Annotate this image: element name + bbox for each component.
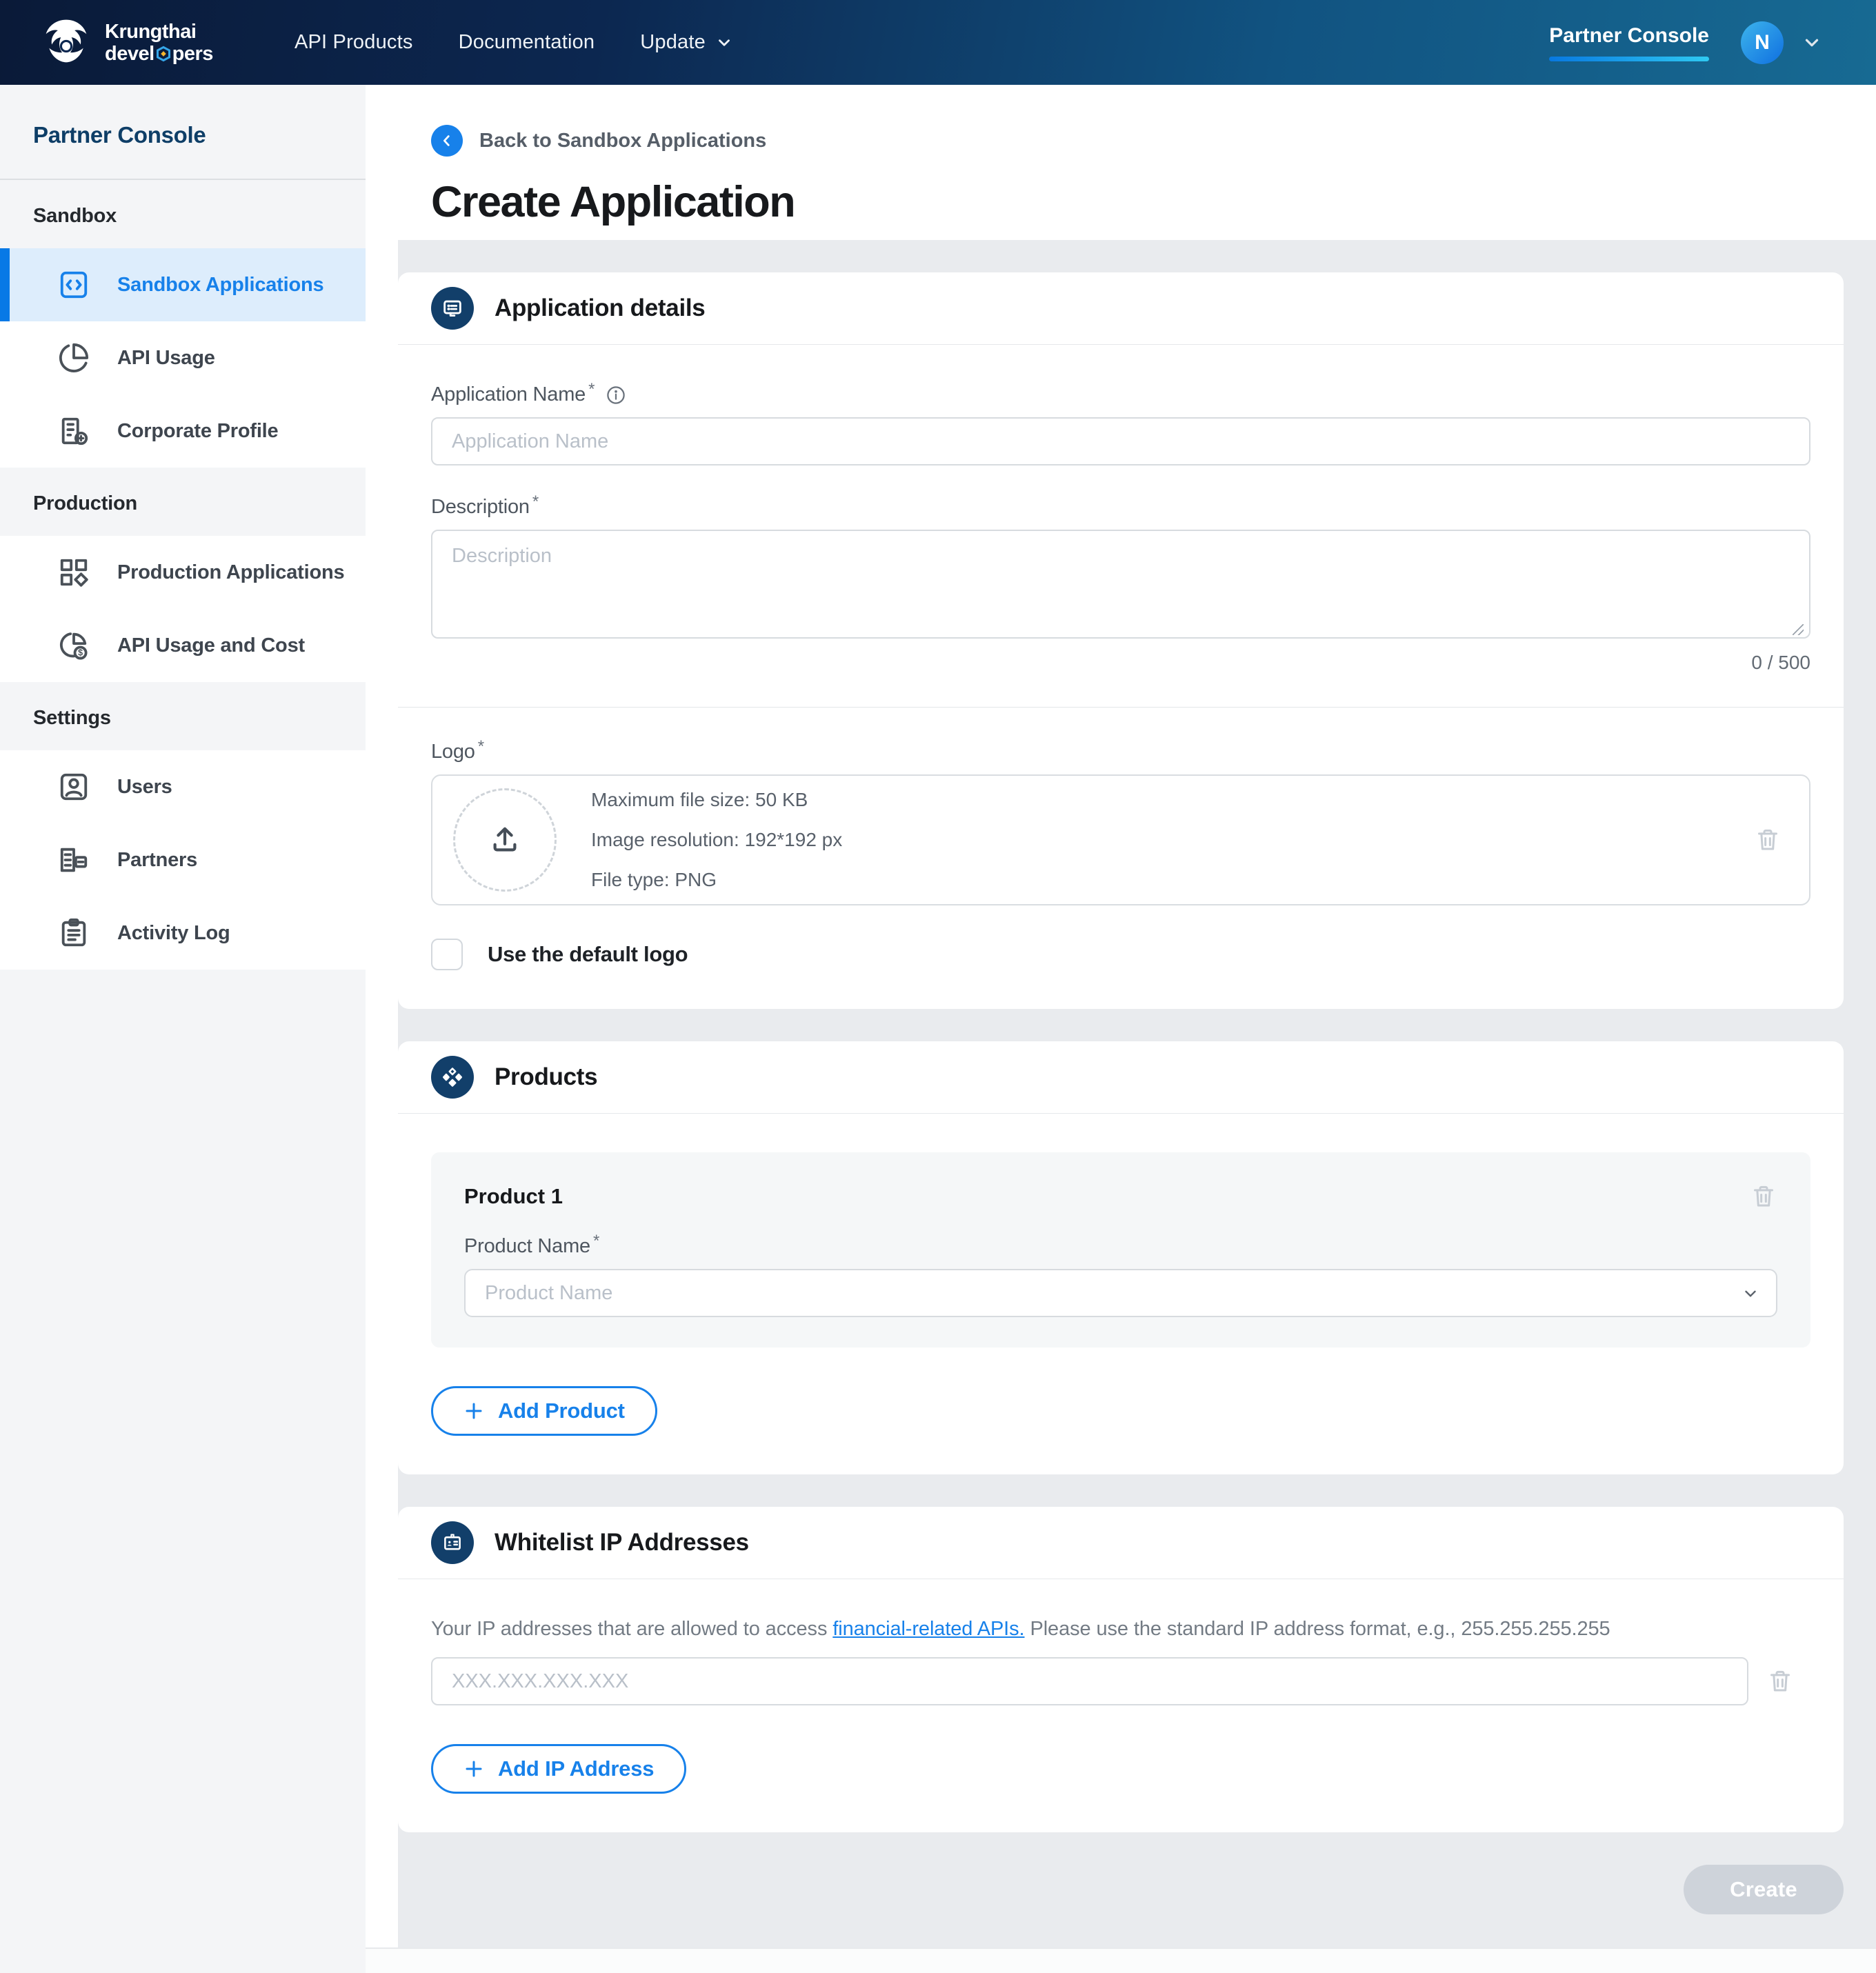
logo-upload-box: Maximum file size: 50 KB Image resolutio… bbox=[431, 774, 1810, 905]
product-1-title: Product 1 bbox=[464, 1184, 563, 1209]
whitelist-id-card-icon bbox=[431, 1521, 474, 1564]
user-avatar[interactable]: N bbox=[1741, 21, 1784, 64]
product-1-delete-button[interactable] bbox=[1750, 1183, 1777, 1210]
financial-related-apis-link[interactable]: financial-related APIs. bbox=[832, 1618, 1024, 1640]
sidebar-section-settings: Settings bbox=[0, 682, 366, 750]
description-char-counter: 0 / 500 bbox=[431, 652, 1810, 674]
products-card: Products Product 1 bbox=[398, 1041, 1844, 1474]
brand-text: Krungthai devel pers bbox=[105, 21, 213, 65]
trash-icon bbox=[1766, 1667, 1794, 1695]
plus-icon bbox=[463, 1401, 484, 1421]
plus-icon bbox=[463, 1759, 484, 1779]
nav-update[interactable]: Update bbox=[640, 31, 733, 54]
ip-delete-button[interactable] bbox=[1766, 1667, 1794, 1695]
sidebar-item-api-usage-and-cost[interactable]: $ API Usage and Cost bbox=[0, 609, 366, 682]
sidebar-section-sandbox: Sandbox bbox=[0, 180, 366, 248]
use-default-logo-label: Use the default logo bbox=[488, 942, 688, 967]
active-nav-underline bbox=[1549, 57, 1709, 61]
brand-line2-after: pers bbox=[172, 43, 213, 65]
pie-dollar-icon: $ bbox=[58, 630, 90, 661]
brand[interactable]: Krungthai devel pers bbox=[39, 15, 213, 70]
pie-chart-icon bbox=[58, 342, 90, 374]
add-ip-address-button[interactable]: Add IP Address bbox=[431, 1744, 686, 1794]
brand-line2-before: devel bbox=[105, 43, 154, 65]
application-details-card: Application details Application Name * D… bbox=[398, 272, 1844, 1009]
logo-upload-dropzone[interactable] bbox=[453, 788, 557, 892]
chevron-down-icon bbox=[715, 34, 733, 52]
sidebar-title: Partner Console bbox=[0, 85, 366, 180]
application-name-input[interactable] bbox=[431, 417, 1810, 465]
brand-line1: Krungthai bbox=[105, 21, 213, 43]
sidebar: Partner Console Sandbox Sandbox Applicat… bbox=[0, 85, 366, 1973]
form-content-area: Application details Application Name * D… bbox=[398, 240, 1876, 1947]
whitelist-ip-title: Whitelist IP Addresses bbox=[495, 1529, 749, 1556]
sidebar-item-sandbox-applications[interactable]: Sandbox Applications bbox=[0, 248, 366, 321]
application-details-icon bbox=[431, 287, 474, 330]
sidebar-item-activity-log[interactable]: Activity Log bbox=[0, 897, 366, 970]
add-product-button[interactable]: Add Product bbox=[431, 1386, 657, 1436]
product-name-select[interactable]: Product Name bbox=[464, 1269, 1777, 1317]
user-card-icon bbox=[58, 771, 90, 803]
page-title: Create Application bbox=[431, 177, 1876, 227]
application-name-label: Application Name * bbox=[431, 383, 1810, 406]
corporate-building-icon bbox=[58, 415, 90, 447]
nav-partner-console[interactable]: Partner Console bbox=[1549, 24, 1709, 61]
create-button[interactable]: Create bbox=[1684, 1865, 1844, 1914]
products-title: Products bbox=[495, 1063, 597, 1091]
svg-text:$: $ bbox=[78, 648, 83, 658]
info-icon[interactable] bbox=[606, 385, 626, 405]
sidebar-section-production: Production bbox=[0, 468, 366, 536]
trash-icon bbox=[1754, 826, 1782, 854]
divider bbox=[398, 707, 1844, 708]
top-navbar: Krungthai devel pers API Products Docume… bbox=[0, 0, 1876, 85]
sidebar-item-partners[interactable]: Partners bbox=[0, 823, 366, 897]
ip-address-input[interactable] bbox=[431, 1657, 1748, 1705]
product-name-label: Product Name * bbox=[464, 1235, 1777, 1258]
whitelist-description: Your IP addresses that are allowed to ac… bbox=[431, 1618, 1810, 1641]
products-icon bbox=[431, 1056, 474, 1099]
brand-hexagon-icon bbox=[155, 46, 172, 62]
use-default-logo-checkbox[interactable] bbox=[431, 939, 463, 970]
apps-grid-icon bbox=[58, 557, 90, 588]
logo-requirements: Maximum file size: 50 KB Image resolutio… bbox=[591, 780, 842, 900]
partners-building-icon bbox=[58, 844, 90, 876]
product-1-panel: Product 1 Product Name * bbox=[431, 1152, 1810, 1348]
back-circle-icon bbox=[431, 125, 463, 157]
back-to-sandbox-applications-link[interactable]: Back to Sandbox Applications bbox=[431, 125, 1876, 157]
sidebar-item-api-usage[interactable]: API Usage bbox=[0, 321, 366, 394]
description-textarea[interactable] bbox=[431, 530, 1810, 639]
sidebar-item-users[interactable]: Users bbox=[0, 750, 366, 823]
whitelist-ip-card: Whitelist IP Addresses Your IP addresses… bbox=[398, 1507, 1844, 1832]
krungthai-logo-icon bbox=[39, 15, 94, 70]
footer: © Copyright 2022 Krungthai Bank PCL. All… bbox=[366, 1947, 1876, 1973]
sidebar-item-corporate-profile[interactable]: Corporate Profile bbox=[0, 394, 366, 468]
sidebar-item-production-applications[interactable]: Production Applications bbox=[0, 536, 366, 609]
trash-icon bbox=[1750, 1183, 1777, 1210]
logo-delete-button[interactable] bbox=[1754, 826, 1782, 854]
code-square-icon bbox=[58, 269, 90, 301]
nav-api-products[interactable]: API Products bbox=[295, 31, 413, 54]
upload-icon bbox=[489, 824, 521, 856]
application-details-title: Application details bbox=[495, 294, 705, 322]
nav-documentation[interactable]: Documentation bbox=[459, 31, 595, 54]
logo-label: Logo * bbox=[431, 741, 1810, 763]
activity-log-icon bbox=[58, 917, 90, 949]
description-label: Description * bbox=[431, 496, 1810, 519]
account-chevron-down-icon[interactable] bbox=[1802, 32, 1822, 53]
